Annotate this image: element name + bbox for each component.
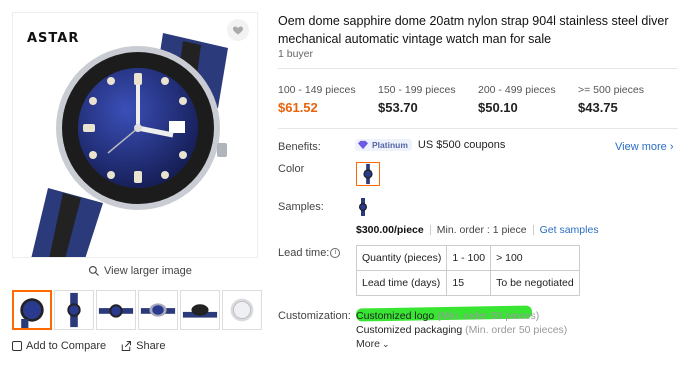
platinum-badge: Platinum: [355, 139, 412, 151]
custom-option: Customized logo (Min. order 50 pieces): [356, 310, 539, 322]
compare-label: Add to Compare: [26, 340, 107, 352]
more-toggle[interactable]: More ⌄: [356, 338, 389, 350]
price-tier: 150 - 199 pieces $53.70: [378, 84, 478, 115]
custom-option-name: Customized packaging: [356, 324, 463, 336]
sample-row: $300.00/piece Min. order : 1 piece Get s…: [356, 224, 599, 236]
chevron-down-icon: ⌄: [381, 338, 390, 349]
thumbnail-5[interactable]: [180, 290, 220, 330]
custom-option-min: (Min. order 50 pieces): [437, 310, 540, 322]
thumbnail-6[interactable]: [222, 290, 262, 330]
customization-label: Customization:: [278, 310, 351, 322]
lead-time-table: Quantity (pieces) 1 - 100 > 100 Lead tim…: [355, 245, 580, 296]
watch-image: [31, 33, 228, 257]
thumbnail-strip: [12, 290, 262, 330]
price-tier: >= 500 pieces $43.75: [578, 84, 678, 115]
thumbnail-1[interactable]: [12, 290, 52, 330]
magnifier-icon: [88, 265, 99, 276]
table-cell: 15: [446, 270, 492, 296]
benefits-label: Benefits:: [278, 141, 321, 153]
custom-option-name: Customized logo: [356, 310, 435, 322]
table-row: Quantity (pieces) 1 - 100 > 100: [355, 245, 580, 271]
view-larger-image-link[interactable]: View larger image: [88, 265, 192, 277]
chevron-right-icon: ›: [669, 141, 674, 153]
table-cell: To be negotiated: [490, 270, 580, 296]
lead-time-label-wrap: Lead time: i: [278, 247, 341, 259]
color-label: Color: [278, 163, 305, 175]
tier-quantity: 200 - 499 pieces: [478, 84, 556, 96]
tier-price: $53.70: [378, 100, 418, 115]
separator: [429, 225, 431, 235]
benefits-row: Platinum US $500 coupons: [355, 139, 505, 151]
custom-option-min: (Min. order 50 pieces): [465, 324, 568, 336]
platinum-label: Platinum: [372, 140, 408, 150]
info-icon[interactable]: i: [330, 248, 341, 259]
table-cell: Quantity (pieces): [355, 245, 448, 271]
table-row: Lead time (days) 15 To be negotiated: [355, 270, 580, 296]
favorite-button[interactable]: [227, 19, 249, 41]
sample-price: $300.00/piece: [356, 224, 424, 236]
watch-thumbnail: [363, 163, 373, 185]
sample-watch-image: [359, 198, 367, 216]
price-tiers: 100 - 149 pieces $61.52 150 - 199 pieces…: [278, 84, 678, 115]
thumbnail-2[interactable]: [54, 290, 94, 330]
table-cell: Lead time (days): [355, 270, 448, 296]
tier-quantity: 150 - 199 pieces: [378, 84, 456, 96]
share-icon: [121, 341, 132, 351]
tier-price: $43.75: [578, 100, 618, 115]
thumbnail-3[interactable]: [96, 290, 136, 330]
lead-time-label: Lead time:: [278, 247, 330, 259]
separator: [532, 225, 534, 235]
custom-option: Customized packaging (Min. order 50 piec…: [356, 324, 567, 336]
samples-label: Samples:: [278, 201, 324, 213]
price-tier: 200 - 499 pieces $50.10: [478, 84, 578, 115]
tier-price: $61.52: [278, 100, 318, 115]
color-option[interactable]: [356, 162, 380, 186]
product-title: Oem dome sapphire dome 20atm nylon strap…: [278, 14, 669, 46]
tier-price: $50.10: [478, 100, 518, 115]
buyer-count: 1 buyer: [278, 48, 314, 60]
compare-checkbox[interactable]: [12, 341, 22, 351]
diamond-icon: [358, 140, 368, 150]
divider: [278, 128, 678, 129]
share-button[interactable]: Share: [120, 340, 165, 352]
tier-quantity: 100 - 149 pieces: [278, 84, 356, 96]
more-label: More: [356, 338, 380, 350]
table-cell: > 100: [490, 245, 580, 271]
thumbnail-4[interactable]: [138, 290, 178, 330]
view-more-link[interactable]: View more ›: [615, 141, 674, 153]
price-tier: 100 - 149 pieces $61.52: [278, 84, 378, 115]
share-label: Share: [136, 340, 166, 352]
table-cell: 1 - 100: [446, 245, 492, 271]
coupon-text: US $500 coupons: [417, 139, 506, 151]
bottom-actions: Add to Compare Share: [12, 340, 165, 352]
get-samples-link[interactable]: Get samples: [540, 224, 599, 236]
view-more-label: View more: [615, 141, 667, 153]
sample-min-order: Min. order : 1 piece: [436, 224, 527, 236]
tier-quantity: >= 500 pieces: [578, 84, 644, 96]
main-product-image[interactable]: ASTAR: [12, 12, 258, 258]
add-to-compare[interactable]: Add to Compare: [12, 340, 106, 352]
brand-logo: ASTAR: [27, 31, 80, 46]
divider: [278, 68, 678, 69]
heart-icon: [232, 26, 244, 35]
view-larger-label: View larger image: [104, 265, 192, 277]
